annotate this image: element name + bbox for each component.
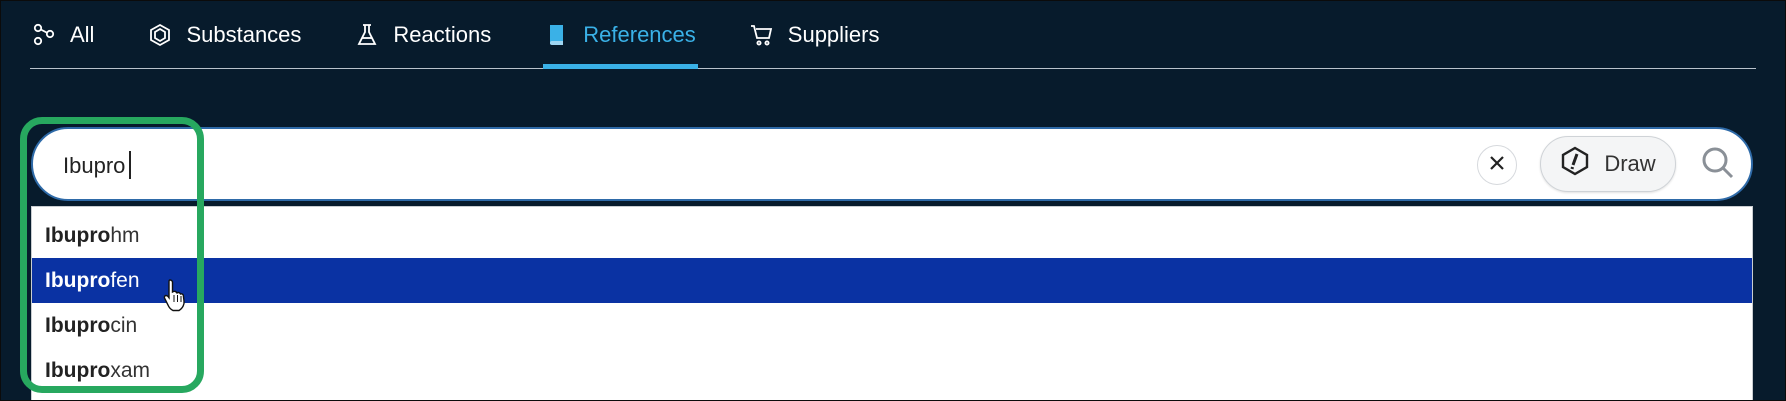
tab-label: All: [70, 22, 95, 47]
app-frame: All Substances Reactions References Supp…: [0, 0, 1786, 401]
tab-label: References: [583, 22, 696, 47]
autocomplete-dropdown: Ibuprohm Ibuprofen Ibuprocin Ibuproxam: [31, 206, 1753, 400]
tab-label: Substances: [186, 22, 302, 47]
nodes-icon: [32, 23, 56, 47]
search-input[interactable]: [61, 145, 1465, 187]
suggestion-match: Ibupro: [45, 359, 111, 382]
suggestion-rest: cin: [110, 314, 138, 337]
tab-suppliers[interactable]: Suppliers: [748, 2, 882, 68]
search-bar: Draw: [31, 127, 1753, 201]
cart-icon: [750, 23, 774, 47]
hand-cursor-icon: [162, 278, 188, 317]
book-icon: [545, 23, 569, 47]
suggestion-match: Ibupro: [45, 269, 111, 292]
tab-all[interactable]: All: [30, 2, 96, 68]
hexagon-icon: [148, 23, 172, 47]
suggestion-item-highlighted[interactable]: Ibuprofen: [32, 258, 1752, 303]
tab-label: Reactions: [393, 22, 492, 47]
suggestion-match: Ibupro: [45, 224, 111, 247]
search-button[interactable]: [1698, 145, 1738, 185]
draw-button[interactable]: Draw: [1540, 136, 1676, 192]
suggestion-match: Ibupro: [45, 314, 111, 337]
draw-button-label: Draw: [1604, 151, 1656, 176]
flask-icon: [355, 23, 379, 47]
text-caret: [129, 151, 131, 179]
suggestion-rest: hm: [110, 224, 140, 247]
tab-references[interactable]: References: [543, 2, 698, 69]
search-icon: [1701, 146, 1735, 185]
suggestion-item[interactable]: Ibuprohm: [32, 213, 1752, 258]
suggestion-rest: xam: [110, 359, 151, 382]
suggestion-item[interactable]: Ibuprocin: [32, 303, 1752, 348]
close-icon: [1489, 155, 1505, 176]
search-type-tabs: All Substances Reactions References Supp…: [30, 1, 1756, 69]
suggestion-item[interactable]: Ibuproxam: [32, 348, 1752, 393]
clear-button[interactable]: [1477, 145, 1517, 185]
tab-label: Suppliers: [787, 22, 880, 47]
suggestion-rest: fen: [110, 269, 140, 292]
tab-reactions[interactable]: Reactions: [353, 2, 493, 68]
tab-substances[interactable]: Substances: [146, 2, 303, 68]
draw-structure-icon: [1560, 146, 1590, 182]
